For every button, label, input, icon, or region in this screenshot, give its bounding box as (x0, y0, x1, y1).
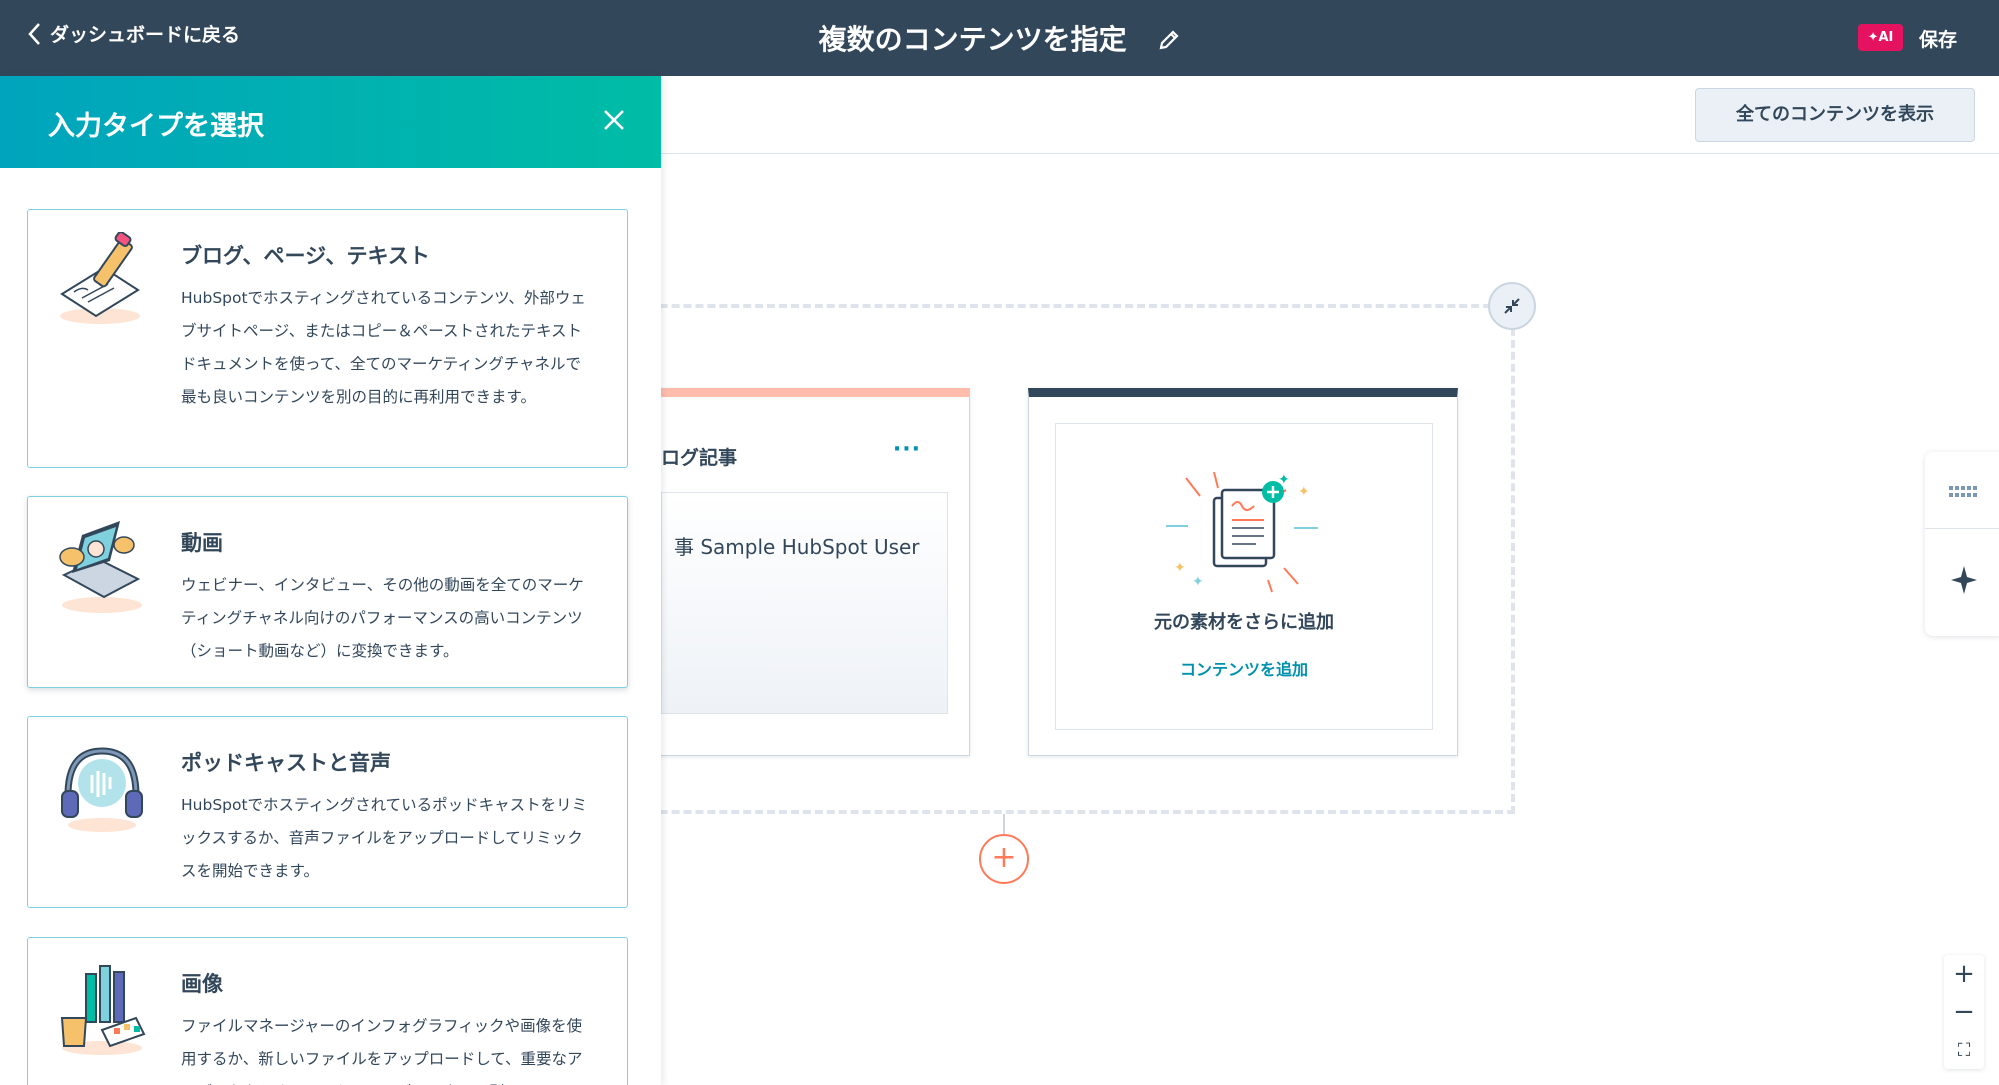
input-type-panel: 入力タイプを選択 ブログ、ページ、テキスト HubSpotでホスティングされてい… (0, 76, 661, 1085)
add-step-button[interactable]: + (979, 834, 1029, 884)
page-title: 複数のコンテンツを指定 (0, 18, 1999, 58)
option-image[interactable]: 画像 ファイルマネージャーのインフォグラフィックや画像を使用するか、新しいファイ… (27, 937, 628, 1085)
option-title: 動画 (181, 531, 223, 555)
option-podcast-audio[interactable]: ポッドキャストと音声 HubSpotでホスティングされているポッドキャストをリミ… (27, 716, 628, 908)
edit-pencil-icon[interactable] (1158, 25, 1180, 58)
zoom-out-button[interactable]: − (1944, 993, 1984, 1031)
close-icon[interactable] (600, 106, 628, 134)
add-source-dropzone[interactable]: ✦ ✦ ✦ ✦ 元の素材をさらに追加 コンテンツを追加 (1055, 423, 1433, 730)
ai-badge[interactable]: ✦AI (1858, 24, 1903, 51)
add-source-card: ✦ ✦ ✦ ✦ 元の素材をさらに追加 コンテンツを追加 (1028, 388, 1458, 756)
ai-sparkle-icon[interactable] (1951, 566, 1977, 594)
collapse-arrows-icon (1504, 298, 1520, 314)
zoom-controls: + − ⛶ (1944, 955, 1984, 1069)
svg-text:✦: ✦ (1192, 574, 1204, 590)
option-description: HubSpotでホスティングされているポッドキャストをリミックスするか、音声ファ… (181, 796, 588, 880)
fit-to-screen-button[interactable]: ⛶ (1944, 1031, 1984, 1069)
top-header: ダッシュボードに戻る 複数のコンテンツを指定 ✦AI 保存 (0, 0, 1999, 76)
connector-line (1003, 814, 1005, 836)
option-description: ウェビナー、インタビュー、その他の動画を全てのマーケティングチャネル向けのパフォ… (181, 576, 584, 660)
panel-header: 入力タイプを選択 (0, 76, 661, 168)
svg-text:✦: ✦ (1174, 560, 1186, 576)
option-description: HubSpotでホスティングされているコンテンツ、外部ウェブサイトページ、または… (181, 289, 586, 406)
side-tools-divider (1925, 528, 1999, 529)
headphones-icon (61, 747, 143, 832)
add-source-title: 元の素材をさらに追加 (1154, 612, 1334, 633)
svg-text:✦: ✦ (1298, 484, 1310, 500)
show-all-content-button[interactable]: 全てのコンテンツを表示 (1695, 88, 1975, 142)
option-blog-page-text[interactable]: ブログ、ページ、テキスト HubSpotでホスティングされているコンテンツ、外部… (27, 209, 628, 468)
option-video[interactable]: 動画 ウェビナー、インタビュー、その他の動画を全てのマーケティングチャネル向けの… (27, 496, 628, 688)
grid-dots-icon[interactable] (1949, 486, 1979, 500)
writing-pencil-icon (60, 232, 140, 324)
blog-author: 事 Sample HubSpot User (674, 535, 920, 559)
blog-preview: 事 Sample HubSpot User (661, 492, 948, 714)
page-title-text: 複数のコンテンツを指定 (818, 23, 1127, 56)
side-tools-panel (1925, 452, 1999, 636)
option-description: ファイルマネージャーのインフォグラフィックや画像を使用するか、新しいファイルをア… (181, 1017, 583, 1085)
option-title: ポッドキャストと音声 (181, 751, 391, 775)
panel-title: 入力タイプを選択 (48, 111, 264, 142)
more-options-button[interactable]: ··· (893, 437, 921, 462)
option-title: 画像 (181, 972, 223, 996)
collapse-group-button[interactable] (1488, 282, 1536, 330)
save-button[interactable]: 保存 (1919, 25, 1957, 52)
option-title: ブログ、ページ、テキスト (181, 244, 430, 268)
art-supplies-icon (60, 965, 146, 1055)
blog-card-title: ログ記事 (661, 447, 738, 469)
zoom-in-button[interactable]: + (1944, 955, 1984, 993)
add-content-link[interactable]: コンテンツを追加 (1056, 656, 1432, 680)
add-documents-illustration-icon: ✦ ✦ ✦ ✦ (1166, 471, 1318, 593)
laptop-video-icon (59, 521, 142, 613)
